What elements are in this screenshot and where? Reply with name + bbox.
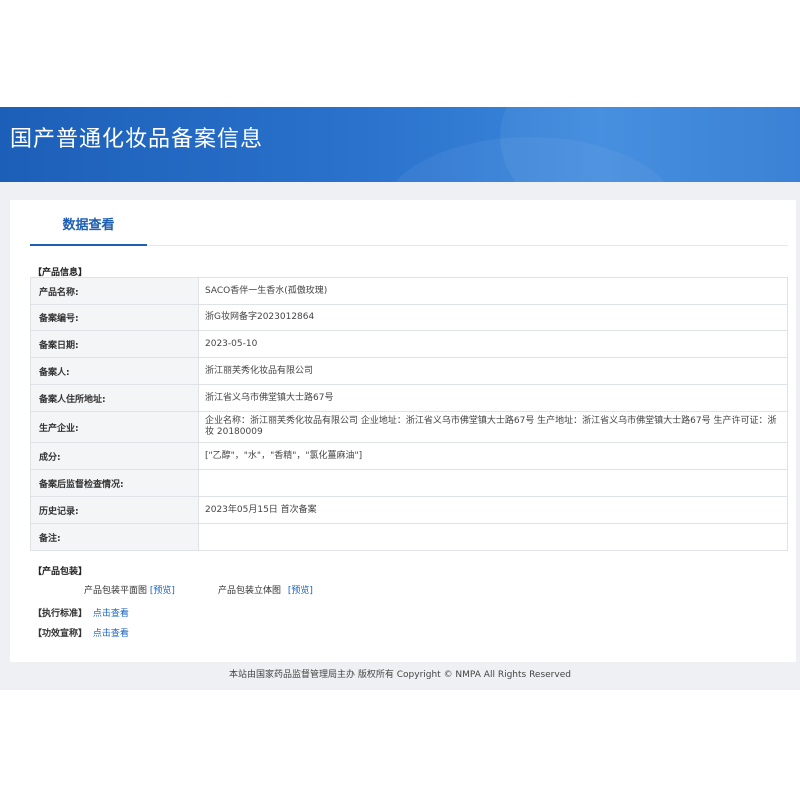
row-value: 2023年05月15日 首次备案	[198, 496, 788, 524]
page-title: 国产普通化妆品备案信息	[10, 127, 264, 152]
standard-label: 【执行标准】	[33, 609, 88, 619]
packaging-flat-preview-link[interactable]: [预览]	[150, 586, 175, 596]
table-row: 备案编号: 浙G妆网备字2023012864	[30, 304, 788, 331]
table-row: 成分: ["乙醇"，"水"，"香精"，"氯化薑麻油"]	[30, 442, 788, 470]
claims-label: 【功效宣称】	[33, 629, 88, 639]
row-value: 浙G妆网备字2023012864	[198, 304, 788, 331]
packaging-solid-label: 产品包装立体图	[218, 586, 282, 596]
table-row: 备案后监督检查情况:	[30, 469, 788, 497]
row-value: SACO香伴一生香水(孤傲玫瑰)	[198, 277, 788, 305]
packaging-flat-label: 产品包装平面图	[84, 586, 148, 596]
table-row: 备案日期: 2023-05-10	[30, 330, 788, 358]
tab-data-view[interactable]: 数据查看	[30, 214, 147, 246]
row-label: 备案日期:	[30, 330, 199, 358]
packaging-solid-item: 产品包装立体图 [预览]	[218, 583, 313, 596]
row-label: 历史记录:	[30, 496, 199, 524]
row-value: ["乙醇"，"水"，"香精"，"氯化薑麻油"]	[198, 442, 788, 470]
table-row: 备注:	[30, 523, 788, 551]
standard-view-link[interactable]: 点击查看	[93, 609, 129, 619]
row-value	[198, 523, 788, 551]
table-row: 产品名称: SACO香伴一生香水(孤傲玫瑰)	[30, 277, 788, 305]
claims-view-link[interactable]: 点击查看	[93, 629, 129, 639]
row-value: 企业名称：浙江丽芙秀化妆品有限公司 企业地址：浙江省义乌市佛堂镇大士路67号 生…	[198, 411, 788, 443]
row-value: 2023-05-10	[198, 330, 788, 358]
row-label: 备案编号:	[30, 304, 199, 331]
row-label: 成分:	[30, 442, 199, 470]
claims-row: 【功效宣称】 点击查看	[33, 626, 129, 639]
standard-row: 【执行标准】 点击查看	[33, 606, 129, 619]
row-label: 备注:	[30, 523, 199, 551]
row-label: 备案后监督检查情况:	[30, 469, 199, 497]
table-row: 生产企业: 企业名称：浙江丽芙秀化妆品有限公司 企业地址：浙江省义乌市佛堂镇大士…	[30, 411, 788, 443]
packaging-solid-preview-link[interactable]: [预览]	[288, 586, 313, 596]
product-info-table: 产品名称: SACO香伴一生香水(孤傲玫瑰) 备案编号: 浙G妆网备字20230…	[30, 277, 788, 551]
table-row: 备案人住所地址: 浙江省义乌市佛堂镇大士路67号	[30, 384, 788, 412]
header-banner: 国产普通化妆品备案信息	[0, 107, 800, 182]
row-label: 产品名称:	[30, 277, 199, 305]
row-value: 浙江丽芙秀化妆品有限公司	[198, 357, 788, 385]
footer-copyright: 本站由国家药品监督管理局主办 版权所有 Copyright © NMPA All…	[229, 670, 571, 680]
row-label: 生产企业:	[30, 411, 199, 443]
packaging-flat-item: 产品包装平面图 [预览]	[84, 583, 175, 596]
row-label: 备案人:	[30, 357, 199, 385]
row-value: 浙江省义乌市佛堂镇大士路67号	[198, 384, 788, 412]
tab-bar: 数据查看	[30, 214, 788, 246]
table-row: 历史记录: 2023年05月15日 首次备案	[30, 496, 788, 524]
table-row: 备案人: 浙江丽芙秀化妆品有限公司	[30, 357, 788, 385]
packaging-heading: 【产品包装】	[33, 567, 88, 577]
row-value	[198, 469, 788, 497]
row-label: 备案人住所地址:	[30, 384, 199, 412]
